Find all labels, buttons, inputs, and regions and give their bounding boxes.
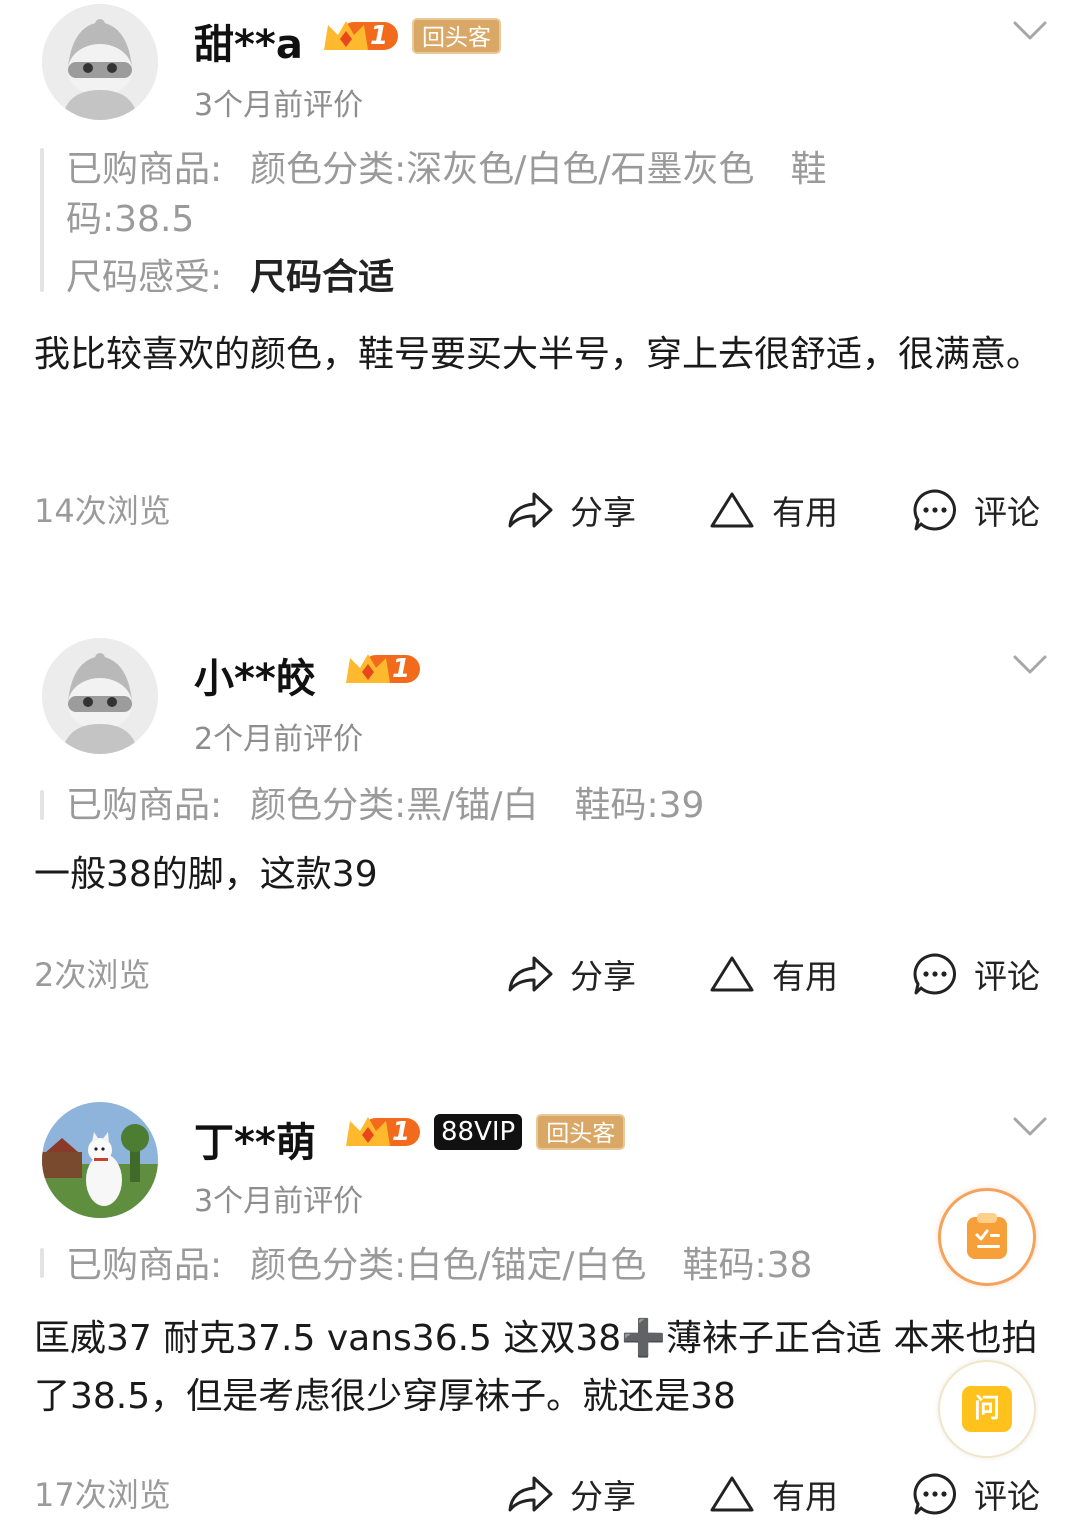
spec-divider	[40, 1248, 44, 1278]
spec-divider	[40, 148, 44, 292]
triangle-up-icon	[710, 492, 754, 528]
view-count: 14次浏览	[34, 492, 171, 530]
returning-customer-tag: 回头客	[536, 1114, 626, 1150]
user-badges: 1	[344, 652, 420, 686]
useful-button[interactable]: 有用	[708, 486, 838, 534]
notes-float-button[interactable]	[938, 1188, 1036, 1286]
triangle-up-icon	[710, 1476, 754, 1512]
useful-button[interactable]: 有用	[708, 1470, 838, 1518]
comment-button[interactable]: 评论	[912, 950, 1040, 998]
notes-icon	[967, 1213, 1007, 1259]
returning-customer-tag: 回头客	[412, 18, 501, 54]
user-avatar[interactable]	[42, 4, 158, 120]
purchased-item: 已购商品: 颜色分类:白色/锚定/白色 鞋码:38	[66, 1245, 813, 1286]
vip-tag: 88VIP	[434, 1114, 523, 1150]
review-time: 3个月前评价	[194, 1184, 364, 1219]
review-content: 我比较喜欢的颜色，鞋号要买大半号，穿上去很舒适，很满意。	[34, 334, 1043, 375]
user-avatar[interactable]	[42, 638, 158, 754]
level-badge: 1	[344, 652, 420, 686]
user-avatar[interactable]	[42, 1102, 158, 1218]
review-card: 甜**a 1 回头客 3个月前评价 已购商品: 颜色分类:深灰色/白色/石墨灰色 …	[0, 0, 1080, 560]
username: 甜**a	[194, 22, 303, 68]
useful-button[interactable]: 有用	[708, 950, 838, 998]
review-card: 丁**萌 1 88VIP 回头客 3个月前评价 已购商品: 颜色分类:白色/锚定/…	[0, 1096, 1080, 1534]
triangle-up-icon	[710, 956, 754, 992]
user-badges: 1 88VIP 回头客	[344, 1114, 626, 1150]
username: 小**皎	[194, 656, 316, 702]
share-button[interactable]: 分享	[506, 1470, 636, 1518]
share-icon	[508, 492, 553, 528]
share-button[interactable]: 分享	[506, 950, 636, 998]
view-count: 2次浏览	[34, 956, 151, 994]
review-time: 2个月前评价	[194, 722, 364, 757]
comment-bubble-icon	[913, 953, 956, 995]
share-icon	[508, 956, 553, 992]
chevron-down-icon[interactable]	[1012, 1116, 1048, 1138]
spec-divider	[40, 790, 44, 820]
size-feeling: 尺码感受: 尺码合适	[66, 257, 395, 298]
review-time: 3个月前评价	[194, 88, 364, 123]
size-feeling-value: 尺码合适	[250, 257, 395, 298]
review-content: 一般38的脚，这款39	[34, 854, 378, 895]
purchased-item: 已购商品: 颜色分类:深灰色/白色/石墨灰色 鞋	[66, 149, 827, 190]
user-badges: 1 回头客	[322, 18, 501, 54]
level-badge: 1	[322, 19, 398, 53]
share-icon	[508, 1476, 553, 1512]
comment-bubble-icon	[913, 489, 956, 531]
chevron-down-icon[interactable]	[1012, 654, 1048, 676]
purchased-item: 已购商品: 颜色分类:黑/锚/白 鞋码:39	[66, 785, 705, 826]
username: 丁**萌	[194, 1120, 316, 1166]
review-card: 小**皎 1 2个月前评价 已购商品: 颜色分类:黑/锚/白 鞋码:39 一般38…	[0, 630, 1080, 1030]
share-button[interactable]: 分享	[506, 486, 636, 534]
ask-label: 问	[962, 1386, 1012, 1432]
view-count: 17次浏览	[34, 1476, 171, 1514]
comment-button[interactable]: 评论	[912, 1470, 1040, 1518]
level-badge: 1	[344, 1115, 420, 1149]
purchased-item-cont: 码:38.5	[66, 199, 195, 240]
ask-float-button[interactable]: 问	[938, 1360, 1036, 1458]
comment-bubble-icon	[913, 1473, 956, 1515]
review-content: 匡威37 耐克37.5 vans36.5 这双38➕薄袜子正合适 本来也拍了38…	[34, 1318, 1038, 1417]
comment-button[interactable]: 评论	[912, 486, 1040, 534]
chevron-down-icon[interactable]	[1012, 20, 1048, 42]
